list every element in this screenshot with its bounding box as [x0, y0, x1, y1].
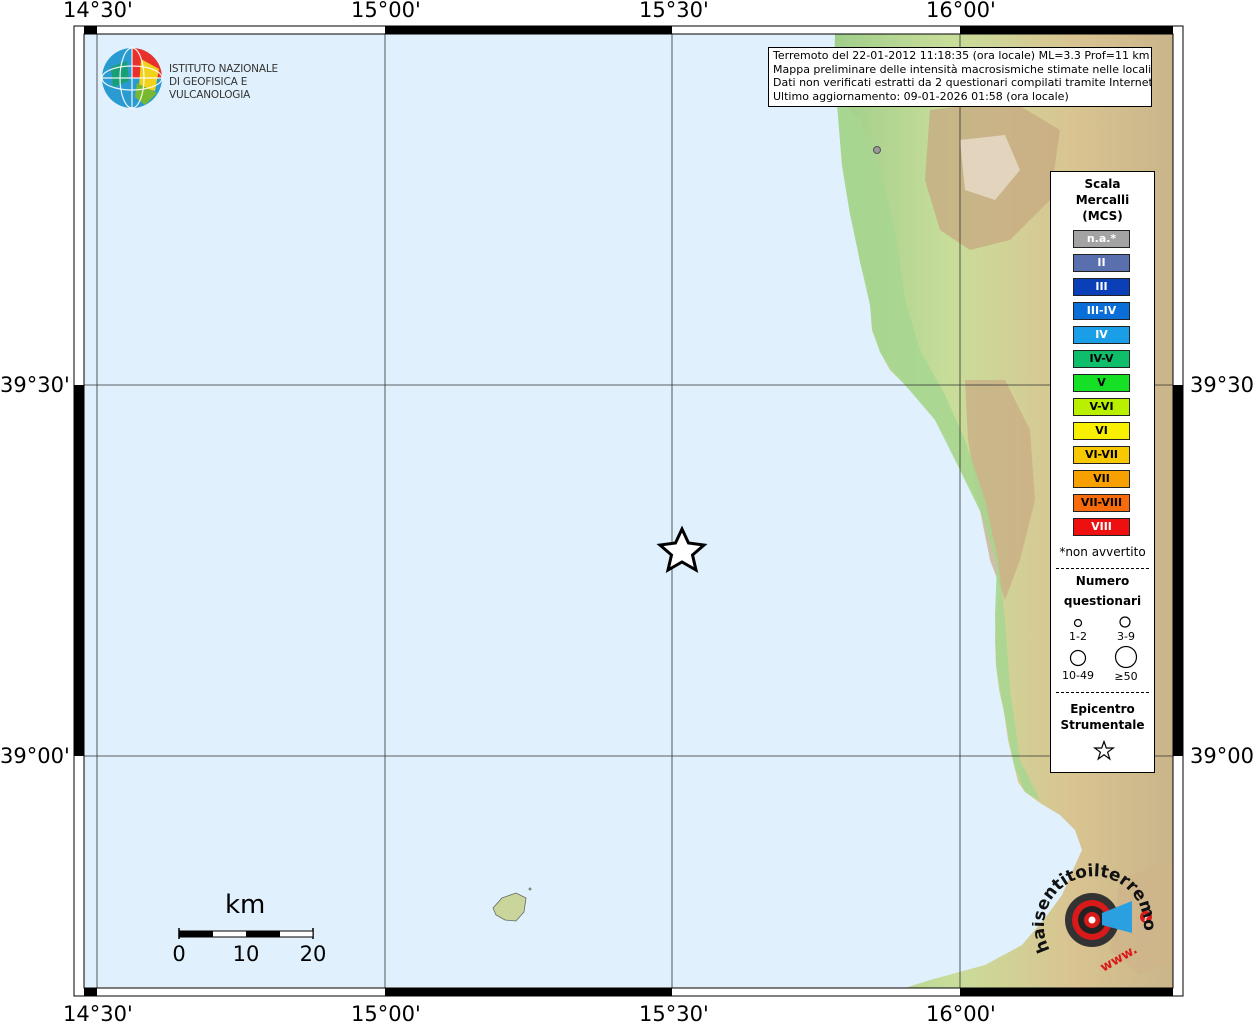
mcs-swatch-12: VIII [1073, 518, 1130, 536]
numero-title-1: Numero [1075, 574, 1130, 588]
numero-title-2: questionari [1063, 594, 1142, 608]
lon-label-bottom-3: 15°30' [639, 1002, 709, 1026]
mcs-swatch-5: IV-V [1073, 350, 1130, 368]
globe-icon [101, 47, 163, 109]
lon-label-top-3: 15°30' [639, 0, 709, 22]
lat-label-right-1: 39°30' [1190, 373, 1255, 397]
info-line-3: Dati non verificati estratti da 2 questi… [773, 76, 1152, 90]
legend-title-1: Scala [1084, 177, 1121, 191]
lon-label-bottom-1: 14°30' [63, 1002, 133, 1026]
size-circle-3-9 [1119, 616, 1131, 628]
lat-label-right-2: 39°00' [1190, 744, 1255, 768]
mcs-swatch-6: V [1073, 374, 1130, 392]
scale-bar: km 0 10 20 [170, 890, 340, 970]
size-circle-1-2 [1073, 618, 1083, 628]
size-label-4: ≥50 [1114, 670, 1138, 683]
scale-tick-20: 20 [299, 942, 327, 966]
mcs-swatch-4: IV [1073, 326, 1130, 344]
mcs-swatch-8: VI [1073, 422, 1130, 440]
size-label-3: 10-49 [1062, 669, 1094, 682]
legend-title-2: Mercalli [1075, 193, 1130, 207]
logo-line-2: DI GEOFISICA E VULCANOLOGIA [169, 76, 251, 101]
mcs-swatch-11: VII-VIII [1073, 494, 1130, 512]
lon-label-top-1: 14°30' [63, 0, 133, 22]
event-info-box: Terremoto del 22-01-2012 11:18:35 (ora l… [768, 47, 1152, 107]
info-line-4: Ultimo aggiornamento: 09-01-2026 01:58 (… [773, 89, 1069, 103]
legend-separator-2 [1056, 692, 1149, 693]
legend-title-3: (MCS) [1082, 209, 1123, 223]
legend-separator-1 [1056, 568, 1149, 569]
non-avvertito-note: *non avvertito [1059, 545, 1146, 559]
scale-tick-10: 10 [232, 942, 260, 966]
mcs-swatch-3: III-IV [1073, 302, 1130, 320]
mcs-swatch-9: VI-VII [1073, 446, 1130, 464]
lat-label-left-1: 39°30' [0, 373, 70, 397]
mcs-swatch-0: n.a.* [1073, 230, 1130, 248]
ingv-logo: ISTITUTO NAZIONALE DI GEOFISICA E VULCAN… [101, 47, 321, 109]
mcs-swatch-7: V-VI [1073, 398, 1130, 416]
size-label-2: 3-9 [1117, 630, 1135, 643]
epicentro-title-2: Strumentale [1060, 718, 1145, 732]
lat-label-left-2: 39°00' [0, 744, 70, 768]
scale-tick-0: 0 [172, 942, 186, 966]
haisentito-logo[interactable]: ? haisentitoilterremoto.it www. [1026, 840, 1162, 985]
size-label-1: 1-2 [1069, 630, 1087, 643]
info-line-1: Terremoto del 22-01-2012 11:18:35 (ora l… [773, 49, 1150, 62]
mcs-swatch-10: VII [1073, 470, 1130, 488]
size-circle-10-49 [1069, 649, 1087, 667]
epicentro-title-1: Epicentro [1070, 702, 1135, 716]
lon-label-bottom-4: 16°00' [926, 1002, 996, 1026]
island-strombolicchio [528, 887, 532, 891]
scale-unit: km [225, 890, 266, 920]
lon-label-top-2: 15°00' [351, 0, 421, 22]
lon-label-top-4: 16°00' [926, 0, 996, 22]
lon-label-bottom-2: 15°00' [351, 1002, 421, 1026]
info-line-2: Mappa preliminare delle intensità macros… [773, 62, 1152, 76]
mcs-swatch-2: III [1073, 278, 1130, 296]
legend-star-icon [1093, 740, 1115, 761]
logo-line-1: ISTITUTO NAZIONALE [169, 63, 278, 75]
legend-panel: Scala Mercalli (MCS) n.a.* II III III-IV IV I… [1050, 171, 1155, 773]
locality-marker [873, 146, 881, 154]
size-circle-50 [1114, 645, 1138, 669]
mcs-swatch-1: II [1073, 254, 1130, 272]
haisentito-www: www. [1098, 942, 1140, 975]
